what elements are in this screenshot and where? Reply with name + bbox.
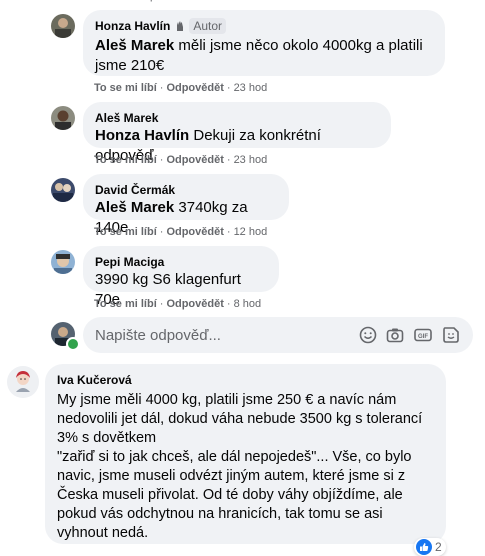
comment-bubble: Aleš Marek Honza Havlín Dekuji za konkré… — [83, 102, 391, 164]
timestamp[interactable]: 12 hod — [234, 226, 268, 238]
avatar[interactable] — [51, 178, 75, 202]
mention-link[interactable]: Aleš Marek — [95, 37, 174, 54]
top-cutoff-text: p — [150, 0, 156, 2]
author-name[interactable]: David Čermák — [95, 182, 175, 198]
author-badge: Autor — [174, 18, 227, 34]
camera-icon[interactable] — [385, 325, 405, 345]
gif-icon[interactable]: GIF — [413, 325, 433, 345]
comment-bubble: Pepi Maciga 3990 kg S6 klagenfurt 70e — [83, 246, 279, 308]
like-button[interactable]: To se mi líbí — [94, 154, 157, 166]
comment-header: Iva Kučerová — [57, 372, 434, 388]
comment-actions: To se mi líbí · Odpovědět · 8 hod — [94, 298, 262, 310]
emoji-icon[interactable] — [358, 325, 378, 345]
text-line: navic, jsme museli odvézt jiným autem, k… — [57, 468, 406, 484]
author-name[interactable]: Pepi Maciga — [95, 254, 164, 270]
timestamp[interactable]: 8 hod — [234, 298, 262, 310]
comment-bubble: David Čermák Aleš Marek 3740kg za 140e — [83, 174, 289, 236]
reply-button[interactable]: Odpovědět — [166, 298, 223, 310]
avatar[interactable] — [7, 366, 39, 398]
comment-bubble: Honza Havlín Autor Aleš Marek měli jsme … — [83, 10, 445, 76]
text-line: nedovolili jet dál, dokud váha nebude 35… — [57, 411, 423, 427]
comment-header: Pepi Maciga — [95, 254, 267, 270]
avatar[interactable] — [51, 250, 75, 274]
text-line: 3% s dovětkem — [57, 430, 157, 446]
text-line: My jsme měli 4000 kg, platili jsme 250 €… — [57, 392, 397, 408]
timestamp[interactable]: 23 hod — [234, 82, 268, 94]
like-button[interactable]: To se mi líbí — [94, 82, 157, 94]
top-fragment: p — [150, 0, 156, 2]
author-name[interactable]: Iva Kučerová — [57, 372, 132, 388]
mention-link[interactable]: Honza Havlín — [95, 127, 189, 144]
reply-composer: GIF — [83, 317, 473, 353]
author-name[interactable]: Aleš Marek — [95, 110, 158, 126]
like-button[interactable]: To se mi líbí — [94, 298, 157, 310]
text-line: Česka museli přivolat. Od té doby váhy o… — [57, 487, 403, 503]
avatar[interactable] — [51, 106, 75, 130]
comment-actions: To se mi líbí · Odpovědět · 23 hod — [94, 82, 268, 94]
comment-text: Aleš Marek měli jsme něco okolo 4000kg a… — [95, 36, 433, 76]
comment-header: Aleš Marek — [95, 110, 379, 126]
wave-icon — [177, 21, 184, 31]
reaction-summary[interactable]: 2 — [414, 538, 446, 556]
author-badge-label: Autor — [189, 18, 227, 34]
comment-header: Honza Havlín Autor — [95, 18, 433, 34]
author-name[interactable]: Honza Havlín — [95, 18, 170, 34]
online-status-dot — [66, 337, 80, 351]
comment-text: My jsme měli 4000 kg, platili jsme 250 €… — [57, 391, 434, 543]
comment-header: David Čermák — [95, 182, 277, 198]
reply-button[interactable]: Odpovědět — [166, 226, 223, 238]
text-line: "zařiď si to jak chceš, ale dál nepojede… — [57, 449, 412, 465]
reply-input[interactable] — [95, 317, 315, 353]
comment-actions: To se mi líbí · Odpovědět · 12 hod — [94, 226, 268, 238]
avatar[interactable] — [51, 14, 75, 38]
like-button[interactable]: To se mi líbí — [94, 226, 157, 238]
text-line: pokud vás odchytnou na hranicích, tak to… — [57, 506, 383, 522]
reply-button[interactable]: Odpovědět — [166, 82, 223, 94]
comment-actions: To se mi líbí · Odpovědět · 23 hod — [94, 154, 268, 166]
svg-text:GIF: GIF — [418, 334, 428, 340]
sticker-icon[interactable] — [441, 325, 461, 345]
comment-bubble: Iva Kučerová My jsme měli 4000 kg, plati… — [45, 364, 446, 544]
timestamp[interactable]: 23 hod — [234, 154, 268, 166]
text-line: vyhnout nedá. — [57, 525, 149, 541]
reply-button[interactable]: Odpovědět — [166, 154, 223, 166]
reaction-count: 2 — [435, 540, 442, 554]
mention-link[interactable]: Aleš Marek — [95, 199, 174, 216]
